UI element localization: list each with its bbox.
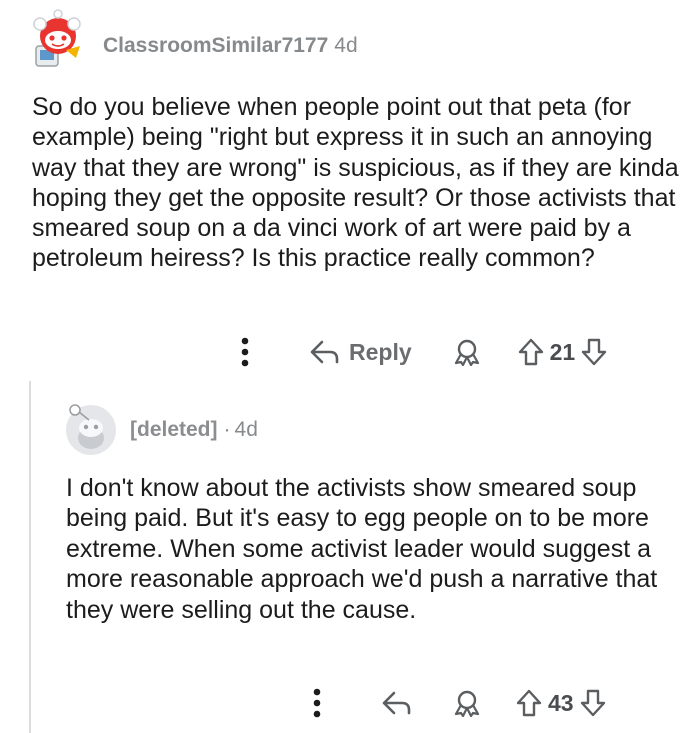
downvote-arrow-icon[interactable] (580, 689, 606, 717)
timestamp: 4d (334, 34, 358, 57)
upvote-arrow-icon[interactable] (518, 338, 544, 366)
reply-button[interactable]: Reply (310, 339, 412, 366)
score: 21 (549, 338, 576, 365)
meta-separator: · (223, 418, 231, 441)
score: 43 (548, 689, 574, 716)
award-icon[interactable] (452, 689, 482, 717)
timestamp: 4d (234, 418, 258, 441)
snoo-avatar-icon[interactable] (22, 6, 94, 72)
downvote-arrow-icon[interactable] (581, 338, 607, 366)
username[interactable]: ClassroomSimilar7177 (103, 34, 328, 57)
reply-actions: 43 (310, 684, 606, 722)
upvote-arrow-icon[interactable] (516, 689, 542, 717)
reply-arrow-icon (310, 339, 340, 365)
reply-body: I don't know about the activists show sm… (66, 474, 658, 624)
reply-label: Reply (349, 338, 412, 365)
username: [deleted] (130, 418, 218, 441)
comment-body: So do you believe when people point out … (32, 93, 679, 273)
award-icon[interactable] (452, 338, 482, 366)
reply-arrow-icon[interactable] (382, 690, 412, 716)
comment-meta: ClassroomSimilar7177 4d (103, 33, 358, 59)
more-options-icon[interactable] (238, 335, 252, 369)
more-options-icon[interactable] (310, 686, 324, 720)
thread-line[interactable] (29, 381, 31, 733)
comment-actions: Reply 21 (238, 333, 607, 371)
default-snoo-avatar-icon[interactable] (62, 400, 120, 456)
reply-meta: [deleted] · 4d (130, 417, 258, 443)
